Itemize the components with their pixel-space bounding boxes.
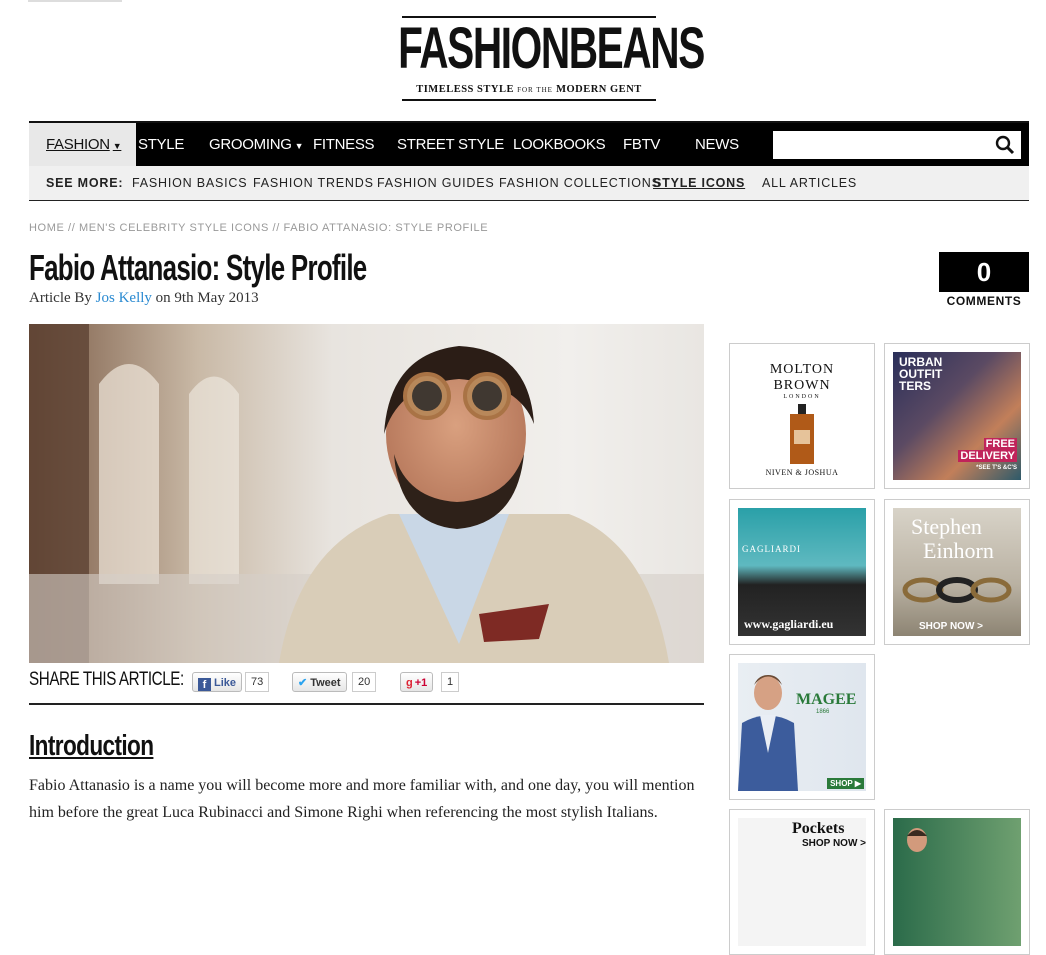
subnav-item-fashion-trends[interactable]: FASHION TRENDS <box>253 166 374 200</box>
subnav-item-fashion-basics[interactable]: FASHION BASICS <box>132 166 247 200</box>
gplus-button[interactable]: g +1 <box>400 672 434 692</box>
byline-date: on 9th May 2013 <box>155 290 259 306</box>
facebook-icon: f <box>198 678 211 691</box>
tweet-count: 20 <box>352 672 377 692</box>
ad-molton-brown[interactable]: MOLTON BROWN LONDON NIVEN & JOSHUA <box>729 343 875 489</box>
ad-line2: Einhorn <box>923 538 994 563</box>
subnav-item-fashion-collections[interactable]: FASHION COLLECTIONS <box>499 166 661 200</box>
nav-item-fashion[interactable]: FASHION ▼ <box>29 123 136 166</box>
logo-rule-bottom <box>402 99 656 101</box>
ad-magee[interactable]: MAGEE 1866 SHOP ▶ <box>729 654 875 800</box>
nav-label: FASHION <box>46 136 110 153</box>
nav-item-fbtv[interactable]: FBTV <box>623 123 660 166</box>
sub-nav: SEE MORE: FASHION BASICS FASHION TRENDS … <box>29 166 1029 201</box>
article-byline: Article By Jos Kelly on 9th May 2013 <box>29 290 259 307</box>
subnav-item-style-icons[interactable]: STYLE ICONS <box>653 166 745 200</box>
ad-year: 1866 <box>816 709 830 715</box>
share-label: SHARE THIS ARTICLE: <box>29 669 184 690</box>
subnav-item-all-articles[interactable]: ALL ARTICLES <box>762 166 857 200</box>
ad-promo3: *SEE T'S &C'S <box>976 465 1017 471</box>
comments-counter[interactable]: 0 COMMENTS <box>939 252 1029 308</box>
top-tab-line <box>28 0 122 2</box>
ad-cta[interactable]: SHOP ▶ <box>827 778 864 789</box>
facebook-like-button[interactable]: f Like <box>192 672 243 692</box>
logo-wordmark: FASHIONBEANS <box>398 16 705 81</box>
byline-prefix: Article By <box>29 290 92 306</box>
like-label: Like <box>214 677 237 689</box>
nav-item-grooming[interactable]: GROOMING ▼ <box>209 123 304 166</box>
ad-brand: Pockets <box>792 820 845 837</box>
ad-promo1: FREE <box>983 438 1017 450</box>
ad-brand: MAGEE <box>796 691 857 708</box>
tweet-label: Tweet <box>310 677 341 689</box>
ad-city: LONDON <box>783 394 821 400</box>
twitter-icon: ✔ <box>298 677 308 689</box>
ad-brand-line2: BROWN <box>773 378 831 393</box>
ad-url: www.gagliardi.eu <box>744 617 834 631</box>
ad-line3: TERS <box>899 379 932 393</box>
ad-brand: GAGLIARDI <box>742 544 801 554</box>
site-logo[interactable]: FASHIONBEANS TIMELESS STYLE FOR THE MODE… <box>398 16 705 101</box>
search-input[interactable] <box>773 131 993 159</box>
nav-item-news[interactable]: NEWS <box>695 123 739 166</box>
tagline-right: MODERN GENT <box>556 84 642 95</box>
bottle-icon <box>790 404 814 464</box>
chevron-down-icon: ▼ <box>294 141 304 151</box>
share-bar: SHARE THIS ARTICLE: f Like 73 ✔ Tweet 20 g… <box>29 667 704 705</box>
logo-tagline: TIMELESS STYLE FOR THE MODERN GENT <box>402 84 656 95</box>
nav-item-fitness[interactable]: FITNESS <box>313 123 375 166</box>
ad-line1: Stephen <box>911 514 982 539</box>
comments-label: COMMENTS <box>946 294 1022 308</box>
model-photo <box>907 828 927 852</box>
nav-label: GROOMING <box>209 136 292 153</box>
tagline-mid: FOR THE <box>517 86 553 94</box>
subnav-label: SEE MORE: <box>46 176 124 190</box>
chain-icon <box>902 577 1012 603</box>
hero-photo <box>29 324 704 663</box>
ad-cta[interactable]: SHOP NOW > <box>919 621 983 632</box>
ad-suit[interactable] <box>884 809 1030 955</box>
author-link[interactable]: Jos Kelly <box>96 290 152 306</box>
model-photo <box>738 675 798 791</box>
search-box <box>773 131 1021 159</box>
subnav-item-fashion-guides[interactable]: FASHION GUIDES <box>377 166 494 200</box>
ad-product: NIVEN & JOSHUA <box>765 468 839 477</box>
gplus-count: 1 <box>441 672 460 692</box>
comments-count: 0 <box>939 252 1029 292</box>
nav-item-lookbooks[interactable]: LOOKBOOKS <box>513 123 606 166</box>
ad-gagliardi[interactable]: GAGLIARDI www.gagliardi.eu <box>729 499 875 645</box>
ad-stephen-einhorn[interactable]: Stephen Einhorn SHOP NOW > <box>884 499 1030 645</box>
ad-urban-outfitters[interactable]: URBAN OUTFIT TERS FREE DELIVERY *SEE T'S… <box>884 343 1030 489</box>
ad-pockets[interactable]: Pockets SHOP NOW > <box>729 809 875 955</box>
main-nav: FASHION ▼ STYLE GROOMING ▼ FITNESS STREET … <box>29 121 1029 166</box>
search-icon[interactable] <box>995 135 1015 155</box>
nav-item-street-style[interactable]: STREET STYLE <box>397 123 504 166</box>
section-heading: Introduction <box>29 730 154 762</box>
breadcrumb[interactable]: HOME // MEN'S CELEBRITY STYLE ICONS // F… <box>29 222 488 234</box>
nav-item-style[interactable]: STYLE <box>138 123 184 166</box>
intro-paragraph: Fabio Attanasio is a name you will becom… <box>29 777 695 821</box>
ad-brand-line1: MOLTON <box>769 362 835 377</box>
gplus-icon: g <box>406 677 413 689</box>
gplus-label: +1 <box>414 677 428 689</box>
ad-cta[interactable]: SHOP NOW > <box>802 838 866 849</box>
chevron-down-icon: ▼ <box>112 141 122 151</box>
like-count: 73 <box>245 672 270 692</box>
tweet-button[interactable]: ✔ Tweet <box>292 672 347 692</box>
tagline-left: TIMELESS STYLE <box>416 84 514 95</box>
page-title: Fabio Attanasio: Style Profile <box>29 247 367 288</box>
ad-promo2: DELIVERY <box>958 450 1017 462</box>
